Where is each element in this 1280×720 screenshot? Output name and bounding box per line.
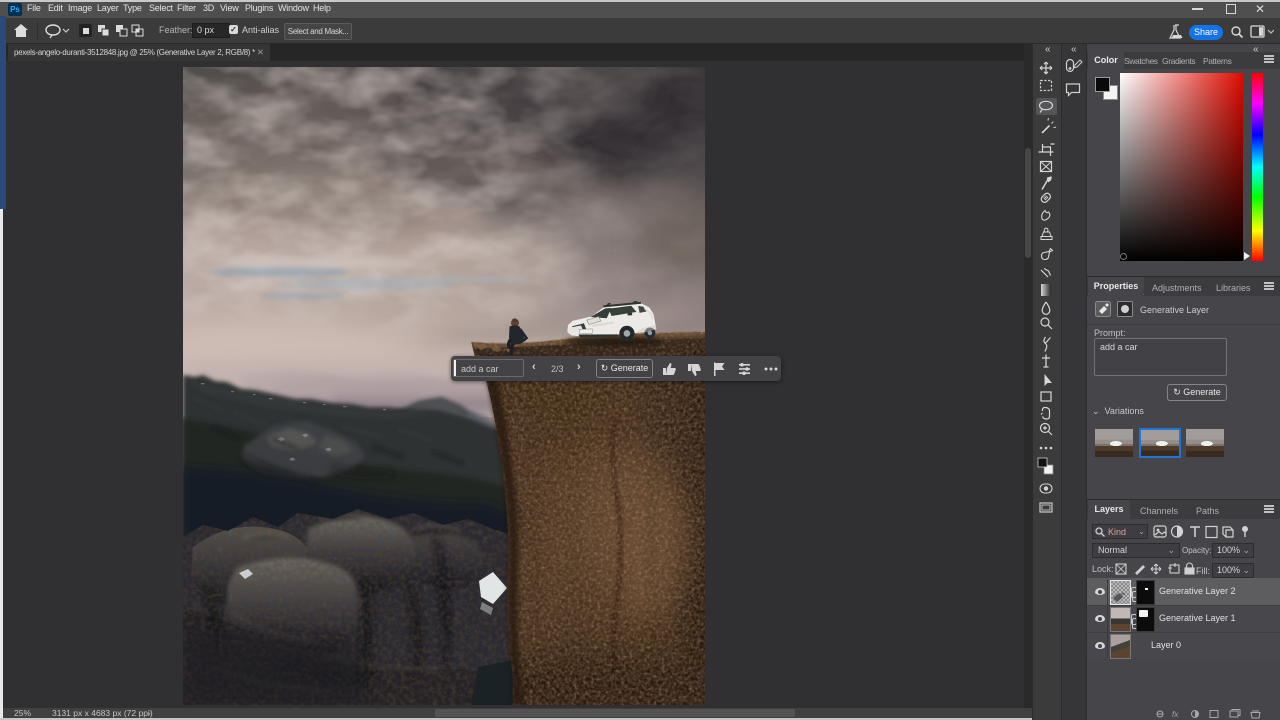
svg-text:fx: fx (1172, 710, 1179, 719)
